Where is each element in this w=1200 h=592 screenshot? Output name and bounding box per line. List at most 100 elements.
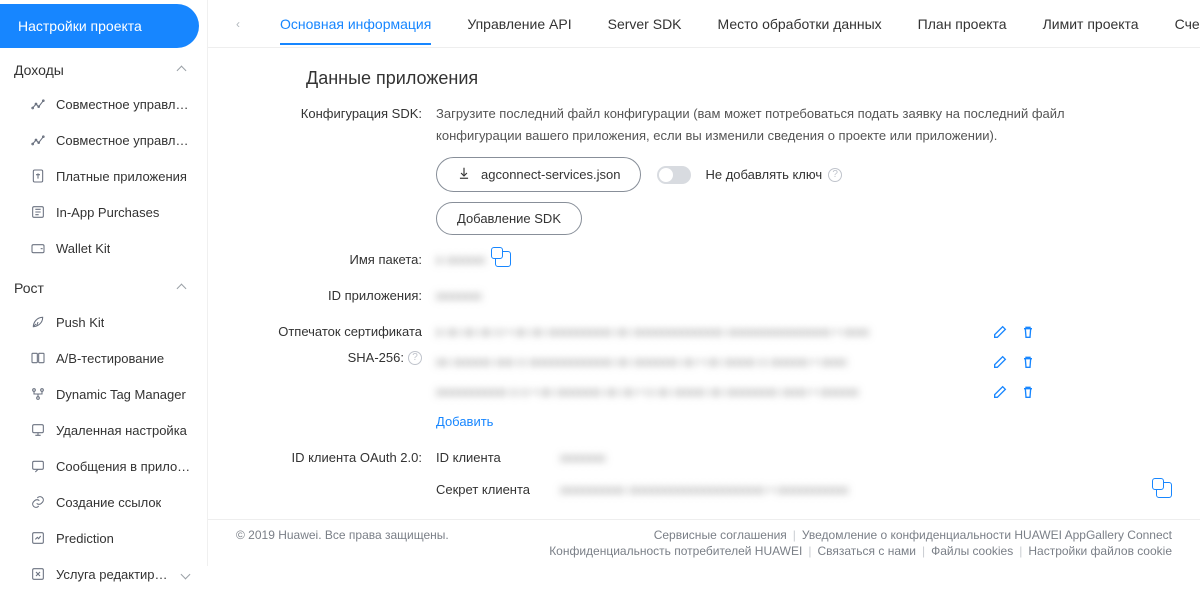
delete-icon[interactable]: [1020, 354, 1036, 370]
chevron-up-icon: [177, 65, 187, 75]
sidebar-group-label: Доходы: [14, 62, 64, 78]
sidebar-item[interactable]: Сообщения в прило…: [0, 448, 207, 484]
chevron-down-icon: [181, 569, 191, 579]
label-oauth-client-id: ID клиента OAuth 2.0:: [236, 447, 436, 469]
section-title: Данные приложения: [306, 68, 1172, 89]
remote-config-icon: [30, 422, 46, 438]
sidebar-item-label: A/B-тестирование: [56, 351, 164, 366]
sidebar-item-label: In-App Purchases: [56, 205, 159, 220]
sidebar-item[interactable]: A/B-тестирование: [0, 340, 207, 376]
chart-icon: [30, 96, 46, 112]
help-icon[interactable]: ?: [828, 168, 842, 182]
add-sdk-button[interactable]: Добавление SDK: [436, 202, 582, 235]
editor-service-icon: [30, 566, 46, 582]
add-fingerprint-link[interactable]: Добавить: [436, 414, 493, 429]
sidebar-item-label: Платные приложения: [56, 169, 187, 184]
tab[interactable]: Server SDK: [608, 4, 682, 44]
sidebar-item-label: Совместное управл…: [56, 133, 188, 148]
footer-link[interactable]: Уведомление о конфиденциальности HUAWEI …: [802, 528, 1172, 542]
footer-link[interactable]: Связаться с нами: [817, 544, 915, 558]
chevron-up-icon: [177, 283, 187, 293]
footer-link[interactable]: Сервисные соглашения: [654, 528, 787, 542]
chart-icon: [30, 132, 46, 148]
tab[interactable]: Управление API: [467, 4, 571, 44]
package-name-value: x xxxxxx: [436, 249, 485, 271]
footer: © 2019 Huawei. Все права защищены. Серви…: [208, 519, 1200, 566]
sidebar-item-label: Совместное управл…: [56, 97, 188, 112]
sidebar-item[interactable]: Создание ссылок: [0, 484, 207, 520]
client-id-value: xxxxxxx: [560, 447, 606, 469]
sidebar-item-label: Wallet Kit: [56, 241, 110, 256]
delete-icon[interactable]: [1020, 324, 1036, 340]
label-sdk-config: Конфигурация SDK:: [236, 103, 436, 125]
tab[interactable]: План проекта: [918, 4, 1007, 44]
sidebar-item[interactable]: Услуга редактир…: [0, 556, 207, 592]
delete-icon[interactable]: [1020, 384, 1036, 400]
sidebar: Настройки проекта Доходы Совместное упра…: [0, 0, 208, 566]
sidebar-group-growth[interactable]: Рост: [0, 266, 207, 304]
sidebar-item-label: Услуга редактир…: [56, 567, 168, 582]
sidebar-group-income[interactable]: Доходы: [0, 48, 207, 86]
main-content: ‹ Основная информация Управление API Serve…: [208, 0, 1200, 566]
sidebar-item[interactable]: Совместное управл…: [0, 122, 207, 158]
sidebar-item[interactable]: Push Kit: [0, 304, 207, 340]
footer-copyright: © 2019 Huawei. Все права защищены.: [236, 528, 449, 542]
edit-icon[interactable]: [992, 354, 1008, 370]
sha-fingerprint-row: xx xxxxxx xxx x xxxxxxxxxxxxx xx xxxxxxx…: [436, 351, 1036, 373]
sidebar-item[interactable]: Wallet Kit: [0, 230, 207, 266]
copy-icon[interactable]: [495, 251, 511, 267]
paid-apps-icon: [30, 168, 46, 184]
tab[interactable]: Сче: [1175, 4, 1200, 44]
sidebar-item-label: Сообщения в прило…: [56, 459, 190, 474]
sidebar-group-label: Рост: [14, 280, 44, 296]
sidebar-item[interactable]: Совместное управл…: [0, 86, 207, 122]
footer-link[interactable]: Настройки файлов cookie: [1028, 544, 1172, 558]
add-sdk-label: Добавление SDK: [457, 211, 561, 226]
sidebar-item-project-settings[interactable]: Настройки проекта: [0, 4, 199, 48]
help-icon[interactable]: ?: [408, 351, 422, 365]
sidebar-item[interactable]: In-App Purchases: [0, 194, 207, 230]
edit-icon[interactable]: [992, 324, 1008, 340]
label-package-name: Имя пакета:: [236, 249, 436, 271]
sidebar-item-label: Создание ссылок: [56, 495, 161, 510]
rocket-icon: [30, 314, 46, 330]
tab[interactable]: Основная информация: [280, 4, 431, 44]
tabs: ‹ Основная информация Управление API Serve…: [208, 0, 1200, 48]
sidebar-item[interactable]: Dynamic Tag Manager: [0, 376, 207, 412]
app-messaging-icon: [30, 458, 46, 474]
app-id-value: xxxxxxx: [436, 285, 482, 307]
label-app-id: ID приложения:: [236, 285, 436, 307]
abtest-icon: [30, 350, 46, 366]
sidebar-item-label: Prediction: [56, 531, 114, 546]
sidebar-item[interactable]: Удаленная настройка: [0, 412, 207, 448]
no-key-toggle-label: Не добавлять ключ: [705, 164, 822, 186]
sha-value: x xx xx xx x • xx xx xxxxxxxxxx xx xxxxx…: [436, 321, 869, 343]
copy-icon[interactable]: [1156, 482, 1172, 498]
tag-icon: [30, 386, 46, 402]
client-secret-label: Секрет клиента: [436, 479, 536, 501]
sha-fingerprint-row: x xx xx xx x • xx xx xxxxxxxxxx xx xxxxx…: [436, 321, 1036, 343]
footer-link[interactable]: Файлы cookies: [931, 544, 1013, 558]
client-secret-value: xxxxxxxxxx xxxxxxxxxxxxxxxxxxxxx • xxxxx…: [560, 479, 1126, 501]
sha-value: xxxxxxxxxxx x x • xx xxxxxxx xx xx • x x…: [436, 381, 858, 403]
tab[interactable]: Место обработки данных: [718, 4, 882, 44]
label-sha256-sub: SHA-256:: [348, 347, 404, 369]
sha-value: xx xxxxxx xxx x xxxxxxxxxxxxx xx xxxxxxx…: [436, 351, 847, 373]
client-id-label: ID клиента: [436, 447, 536, 469]
label-sha256: Отпечаток сертификата: [278, 321, 422, 343]
download-icon: [457, 166, 471, 183]
no-key-toggle[interactable]: [657, 166, 691, 184]
sidebar-item-label: Dynamic Tag Manager: [56, 387, 186, 402]
sidebar-item-label: Push Kit: [56, 315, 104, 330]
sha-fingerprint-row: xxxxxxxxxxx x x • xx xxxxxxx xx xx • x x…: [436, 381, 1036, 403]
download-config-button[interactable]: agconnect-services.json: [436, 157, 641, 192]
tab[interactable]: Лимит проекта: [1043, 4, 1139, 44]
tabs-scroll-left[interactable]: ‹: [236, 17, 244, 31]
edit-icon[interactable]: [992, 384, 1008, 400]
sdk-config-hint: Загрузите последний файл конфигурации (в…: [436, 103, 1076, 147]
sidebar-item[interactable]: Prediction: [0, 520, 207, 556]
footer-link[interactable]: Конфиденциальность потребителей HUAWEI: [549, 544, 802, 558]
iap-icon: [30, 204, 46, 220]
download-config-label: agconnect-services.json: [481, 167, 620, 182]
sidebar-item[interactable]: Платные приложения: [0, 158, 207, 194]
